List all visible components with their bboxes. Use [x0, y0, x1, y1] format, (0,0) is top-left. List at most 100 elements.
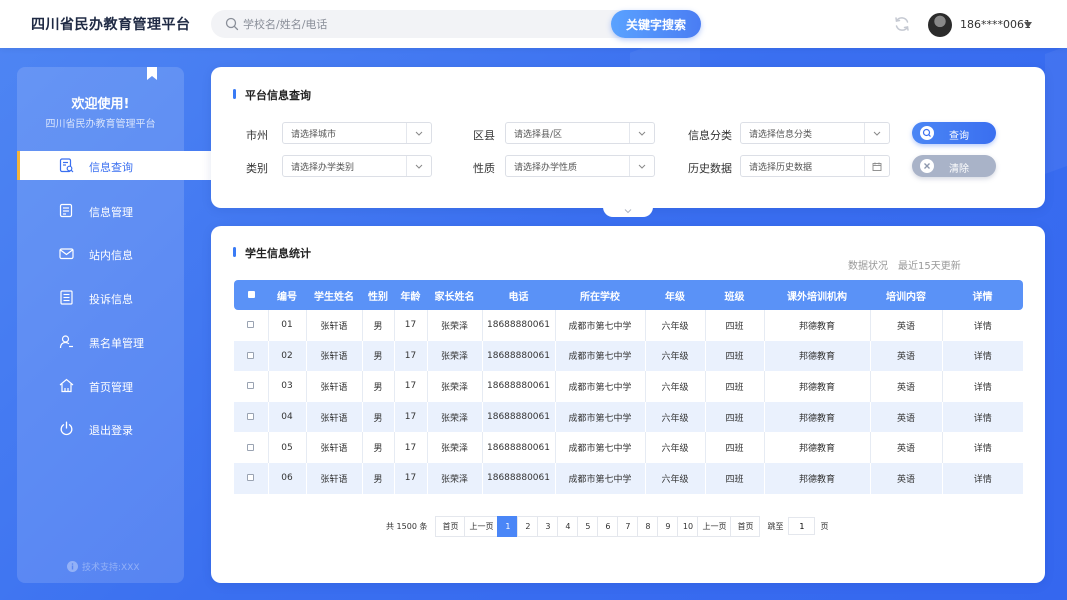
table-cell: 六年级 [645, 371, 706, 402]
table-cell: 六年级 [645, 432, 706, 463]
page-number-button[interactable]: 1 [497, 515, 519, 537]
refresh-icon[interactable] [893, 15, 911, 33]
page-jump: 跳至 页 [767, 517, 828, 535]
category-select[interactable]: 请选择办学类别 [282, 155, 432, 177]
table-cell: 17 [394, 310, 428, 341]
category-label: 类别 [246, 162, 268, 175]
clear-button-label: 清除 [949, 164, 969, 175]
total-count: 1500 [396, 521, 417, 531]
first-page-button[interactable]: 首页 [435, 515, 466, 537]
detail-link[interactable]: 详情 [942, 401, 1023, 433]
table-cell: 邦德教育 [764, 432, 871, 463]
row-checkbox[interactable] [234, 310, 269, 341]
mail-icon [59, 248, 74, 260]
student-stats-panel: 学生信息统计 数据状况 最近15天更新 编号 学生姓名 性别 年龄 家长姓名 电话… [211, 226, 1045, 583]
table-cell: 18688880061 [482, 432, 556, 463]
detail-link[interactable]: 详情 [942, 310, 1023, 341]
row-checkbox[interactable] [234, 462, 269, 494]
history-date-placeholder: 请选择历史数据 [749, 163, 813, 173]
detail-link[interactable]: 详情 [942, 371, 1023, 402]
last-page-button[interactable]: 首页 [730, 515, 761, 537]
row-checkbox[interactable] [234, 371, 269, 402]
page-number-button[interactable]: 3 [537, 515, 559, 537]
column-header: 年龄 [394, 280, 427, 310]
detail-link[interactable]: 详情 [942, 432, 1023, 463]
table-row: 04 张轩语男 17 张荣泽 18688880061 成都市第七中学 六年级 四班 邦德教育 英语… [234, 401, 1023, 433]
user-phone[interactable]: 186****0061 [960, 18, 1031, 31]
info-type-label: 信息分类 [688, 129, 732, 142]
table-cell: 张轩语 [306, 310, 363, 341]
page-number-button[interactable]: 7 [617, 515, 639, 537]
sidebar-item-info-query[interactable]: 信息查询 [17, 151, 211, 180]
search-input[interactable] [243, 14, 603, 34]
sidebar-footer: 技术支持:XXX [67, 560, 140, 573]
detail-link[interactable]: 详情 [942, 462, 1023, 494]
close-icon [920, 159, 934, 173]
page-number-button[interactable]: 9 [657, 515, 679, 537]
table-cell: 张荣泽 [427, 462, 483, 494]
caret-down-icon[interactable] [1023, 21, 1033, 29]
sidebar-item-site-messages[interactable]: 站内信息 [17, 239, 211, 268]
table-row: 06 张轩语男 17 张荣泽 18688880061 成都市第七中学 六年级 四班 邦德教育 英语… [234, 462, 1023, 494]
table-cell: 04 [268, 401, 307, 433]
history-date-picker[interactable]: 请选择历史数据 [740, 155, 890, 177]
jump-label: 跳至 [767, 521, 784, 531]
row-checkbox[interactable] [234, 432, 269, 463]
page-number-button[interactable]: 10 [677, 515, 699, 537]
row-checkbox[interactable] [234, 340, 269, 372]
select-all-checkbox[interactable] [234, 280, 268, 310]
welcome-subtitle: 四川省民办教育管理平台 [45, 119, 156, 130]
query-button[interactable]: 查询 [912, 122, 996, 144]
table-cell: 邦德教育 [764, 371, 871, 402]
column-header: 年级 [645, 280, 705, 310]
table-cell: 17 [394, 432, 428, 463]
power-icon [60, 421, 73, 436]
table-cell: 张荣泽 [427, 401, 483, 433]
sidebar-item-logout[interactable]: 退出登录 [17, 414, 211, 443]
clear-button[interactable]: 清除 [912, 155, 996, 177]
page-number-button[interactable]: 6 [597, 515, 619, 537]
keyword-search-button[interactable]: 关键字搜索 [611, 10, 701, 38]
page-number-button[interactable]: 5 [577, 515, 599, 537]
sidebar-item-complaints[interactable]: 投诉信息 [17, 283, 211, 312]
table-cell: 四班 [705, 432, 765, 463]
chevron-down-icon [624, 209, 632, 214]
sidebar-item-homepage-management[interactable]: 首页管理 [17, 371, 211, 400]
column-header: 班级 [705, 280, 764, 310]
column-header: 编号 [268, 280, 306, 310]
nature-select[interactable]: 请选择办学性质 [505, 155, 655, 177]
next-page-button[interactable]: 上一页 [697, 515, 732, 537]
table-cell: 张轩语 [306, 401, 363, 433]
district-select[interactable]: 请选择县/区 [505, 122, 655, 144]
table-cell: 张轩语 [306, 432, 363, 463]
page-number-button[interactable]: 2 [517, 515, 539, 537]
sidebar-item-info-management[interactable]: 信息管理 [17, 196, 211, 225]
table-cell: 06 [268, 462, 307, 494]
column-header: 所在学校 [555, 280, 645, 310]
row-checkbox[interactable] [234, 401, 269, 433]
user-avatar[interactable] [928, 13, 952, 37]
table-cell: 四班 [705, 401, 765, 433]
page-jump-input[interactable] [788, 517, 816, 535]
prev-page-button[interactable]: 上一页 [464, 515, 499, 537]
table-cell: 张轩语 [306, 340, 363, 372]
history-label: 历史数据 [688, 162, 732, 175]
table-cell: 男 [362, 432, 395, 463]
page-number-button[interactable]: 8 [637, 515, 659, 537]
table-cell: 01 [268, 310, 307, 341]
collapse-toggle[interactable] [603, 207, 653, 217]
info-type-select[interactable]: 请选择信息分类 [740, 122, 890, 144]
city-select[interactable]: 请选择城市 [282, 122, 432, 144]
query-panel: 平台信息查询 市州 请选择城市 区县 请选择县/区 信息分类 请选择信息分类 查… [211, 67, 1045, 217]
column-header: 培训内容 [870, 280, 942, 310]
page-number-button[interactable]: 4 [557, 515, 579, 537]
sidebar-item-label: 信息查询 [89, 161, 133, 174]
table-cell: 成都市第七中学 [555, 310, 646, 341]
column-header: 课外培训机构 [764, 280, 870, 310]
table-cell: 成都市第七中学 [555, 432, 646, 463]
table-cell: 英语 [870, 371, 943, 402]
sidebar-item-label: 站内信息 [89, 249, 133, 262]
user-blacklist-icon [59, 335, 73, 349]
detail-link[interactable]: 详情 [942, 340, 1023, 372]
sidebar-item-blacklist[interactable]: 黑名单管理 [17, 327, 211, 356]
